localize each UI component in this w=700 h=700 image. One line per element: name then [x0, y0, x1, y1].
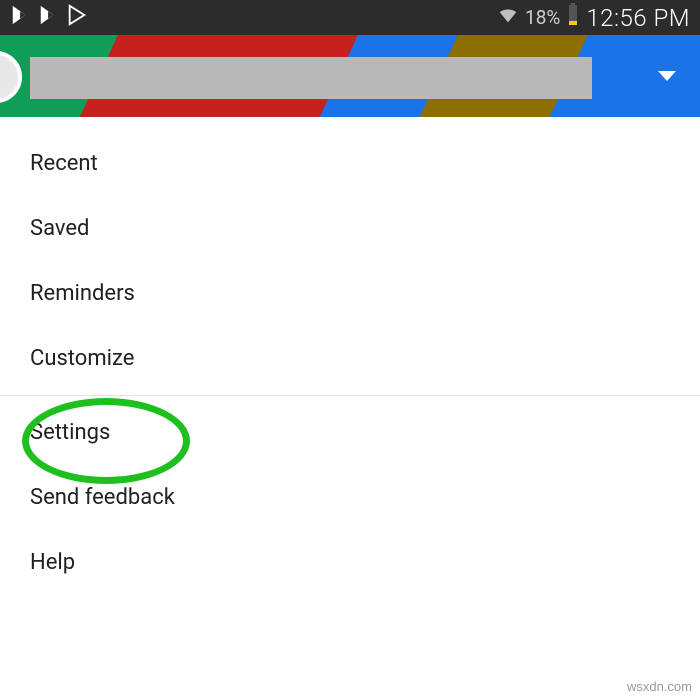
menu-item-help[interactable]: Help — [0, 530, 700, 595]
account-dropdown-icon[interactable] — [658, 71, 676, 81]
play-store-outline-icon — [66, 4, 88, 31]
play-store-icon — [38, 4, 60, 31]
android-status-bar: 18% 12:56 PM — [0, 0, 700, 35]
menu-divider — [0, 395, 700, 396]
status-time: 12:56 PM — [586, 4, 690, 32]
status-left-icons — [10, 4, 88, 31]
wifi-icon — [497, 4, 519, 31]
battery-icon — [566, 3, 580, 32]
menu-item-recent[interactable]: Recent — [0, 131, 700, 196]
menu-item-customize[interactable]: Customize — [0, 326, 700, 391]
battery-percentage: 18% — [525, 6, 560, 29]
status-right: 18% 12:56 PM — [497, 3, 690, 32]
search-input[interactable] — [30, 57, 592, 99]
watermark: wsxdn.com — [627, 679, 692, 694]
profile-avatar[interactable] — [0, 51, 22, 103]
menu-item-settings[interactable]: Settings — [0, 400, 700, 465]
menu-item-saved[interactable]: Saved — [0, 196, 700, 261]
play-store-icon — [10, 4, 32, 31]
menu-item-send-feedback[interactable]: Send feedback — [0, 465, 700, 530]
menu-item-reminders[interactable]: Reminders — [0, 261, 700, 326]
app-header — [0, 35, 700, 117]
settings-menu: Recent Saved Reminders Customize Setting… — [0, 117, 700, 595]
